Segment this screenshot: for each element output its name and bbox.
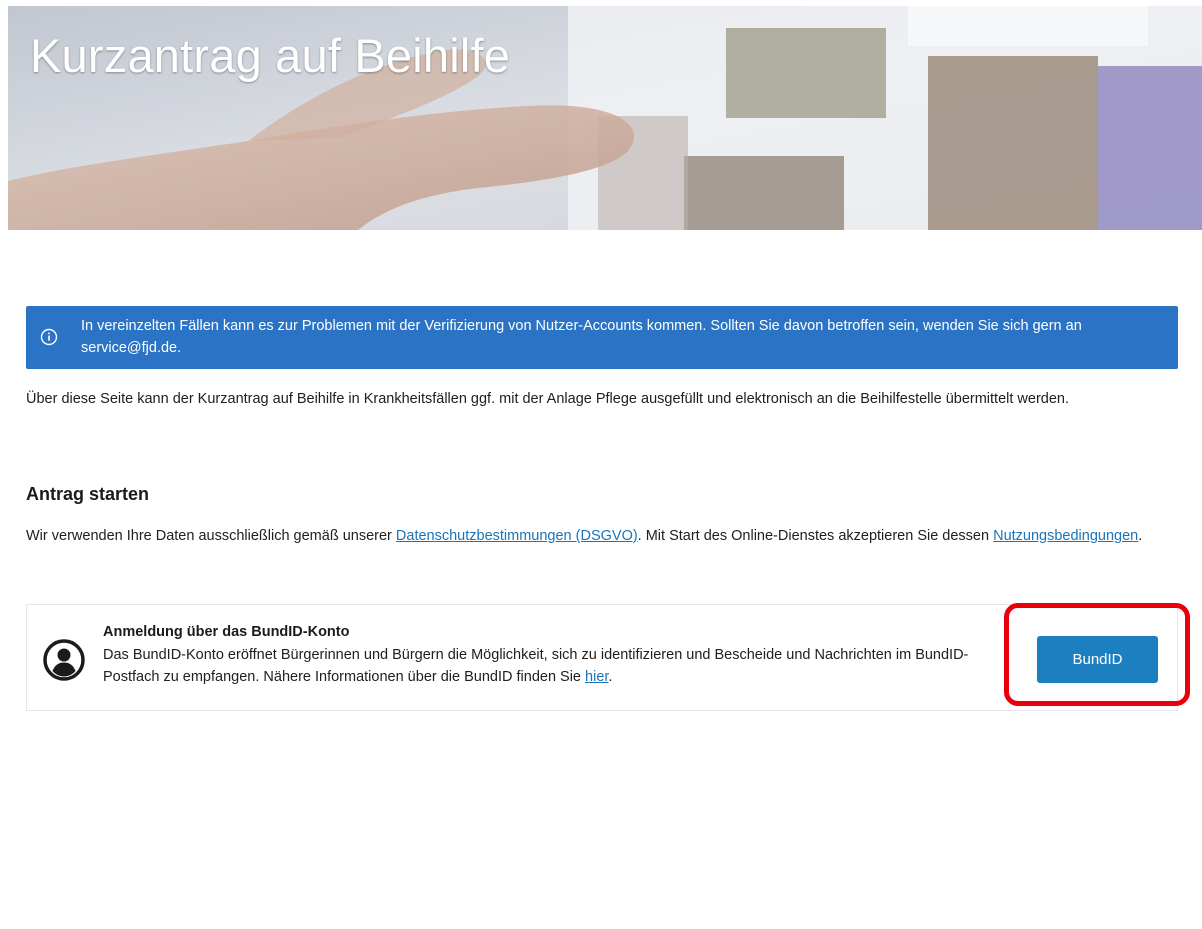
user-circle-icon <box>43 639 85 681</box>
privacy-text-middle: . Mit Start des Online-Dienstes akzeptie… <box>637 528 994 544</box>
header-banner: Kurzantrag auf Beihilfe <box>8 6 1202 230</box>
privacy-policy-link[interactable]: Datenschutzbestimmungen (DSGVO) <box>396 528 638 544</box>
info-alert: In vereinzelten Fällen kann es zur Probl… <box>26 306 1178 369</box>
page-title: Kurzantrag auf Beihilfe <box>30 29 511 82</box>
info-icon <box>40 328 58 346</box>
privacy-notice: Wir verwenden Ihre Daten ausschließlich … <box>26 525 1178 547</box>
card-description-suffix: . <box>608 669 613 685</box>
card-description-text: Das BundID-Konto eröffnet Bürgerinnen un… <box>103 647 969 685</box>
bundid-login-card: Anmeldung über das BundID-Konto Das Bund… <box>26 604 1178 711</box>
card-description: Das BundID-Konto eröffnet Bürgerinnen un… <box>103 644 1008 688</box>
card-title: Anmeldung über das BundID-Konto <box>103 624 350 640</box>
terms-of-use-link[interactable]: Nutzungsbedingungen <box>993 528 1138 544</box>
privacy-text-suffix: . <box>1138 528 1143 544</box>
privacy-text-prefix: Wir verwenden Ihre Daten ausschließlich … <box>26 528 396 544</box>
alert-message: In vereinzelten Fällen kann es zur Probl… <box>81 318 1082 356</box>
bundid-info-link[interactable]: hier <box>585 669 608 685</box>
intro-text: Über diese Seite kann der Kurzantrag auf… <box>26 391 1070 407</box>
section-heading: Antrag starten <box>26 484 150 504</box>
bundid-login-button[interactable]: BundID <box>1037 636 1158 683</box>
